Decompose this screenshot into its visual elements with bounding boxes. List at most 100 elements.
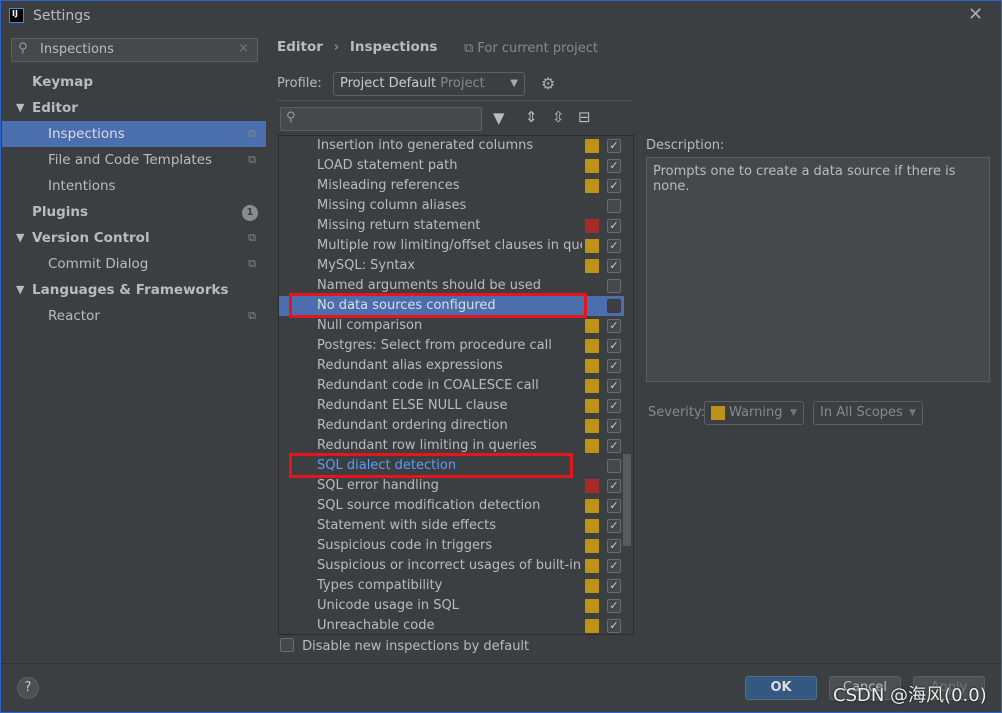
chevron-down-icon: ▼	[909, 408, 916, 418]
inspection-checkbox[interactable]	[607, 299, 621, 313]
inspection-row[interactable]: Missing column aliases	[279, 196, 624, 216]
inspection-row[interactable]: Missing return statement ✓	[279, 216, 624, 236]
inspection-label: LOAD statement path	[317, 158, 458, 173]
project-icon: ⧉	[248, 309, 256, 322]
scrollbar[interactable]	[623, 454, 631, 546]
inspection-row[interactable]: Redundant alias expressions ✓	[279, 356, 624, 376]
inspection-row[interactable]: Suspicious code in triggers ✓	[279, 536, 624, 556]
search-icon: ⚲	[18, 41, 28, 56]
inspection-checkbox[interactable]: ✓	[607, 379, 621, 393]
sidebar-item-plugins[interactable]: Plugins 1	[2, 199, 266, 225]
severity-dropdown[interactable]: Warning ▼	[704, 401, 804, 425]
reset-icon[interactable]: ⊟	[578, 108, 591, 126]
inspection-checkbox[interactable]: ✓	[607, 179, 621, 193]
scope-value: In All Scopes	[820, 405, 903, 420]
inspection-row[interactable]: LOAD statement path ✓	[279, 156, 624, 176]
inspection-row[interactable]: SQL error handling ✓	[279, 476, 624, 496]
inspection-checkbox[interactable]: ✓	[607, 599, 621, 613]
inspection-row[interactable]: Statement with side effects ✓	[279, 516, 624, 536]
inspection-checkbox[interactable]: ✓	[607, 539, 621, 553]
expand-arrow-icon[interactable]: ▼	[16, 225, 24, 251]
inspection-checkbox[interactable]: ✓	[607, 339, 621, 353]
inspection-row[interactable]: Unicode usage in SQL ✓	[279, 596, 624, 616]
inspection-row[interactable]: SQL source modification detection ✓	[279, 496, 624, 516]
checkbox-box[interactable]	[280, 638, 294, 652]
disable-new-inspections-checkbox[interactable]: Disable new inspections by default	[280, 638, 529, 654]
inspection-row[interactable]: Null comparison ✓	[279, 316, 624, 336]
warning-severity-icon	[585, 379, 599, 393]
expand-arrow-icon[interactable]: ▼	[16, 277, 24, 303]
inspection-row[interactable]: Redundant ELSE NULL clause ✓	[279, 396, 624, 416]
inspection-row[interactable]: Redundant code in COALESCE call ✓	[279, 376, 624, 396]
inspection-label: SQL error handling	[317, 478, 439, 493]
inspection-checkbox[interactable]: ✓	[607, 579, 621, 593]
breadcrumb-editor[interactable]: Editor	[277, 39, 323, 55]
inspection-checkbox[interactable]: ✓	[607, 359, 621, 373]
inspection-row[interactable]: Redundant ordering direction ✓	[279, 416, 624, 436]
filter-icon[interactable]: ▼	[493, 109, 505, 127]
inspection-row[interactable]: Postgres: Select from procedure call ✓	[279, 336, 624, 356]
inspection-checkbox[interactable]	[607, 459, 621, 473]
scope-note-text: For current project	[477, 41, 599, 56]
project-icon: ⧉	[248, 231, 256, 244]
inspection-label: Misleading references	[317, 178, 460, 193]
inspection-label: Redundant code in COALESCE call	[317, 378, 539, 393]
inspection-row[interactable]: Insertion into generated columns ✓	[279, 136, 624, 156]
sidebar-item-label: Commit Dialog	[48, 256, 149, 272]
inspection-checkbox[interactable]: ✓	[607, 399, 621, 413]
inspection-checkbox[interactable]: ✓	[607, 259, 621, 273]
sidebar-item-editor[interactable]: ▼ Editor	[2, 95, 266, 121]
sidebar-item-reactor[interactable]: Reactor ⧉	[2, 303, 266, 329]
scope-dropdown[interactable]: In All Scopes ▼	[813, 401, 923, 425]
collapse-all-icon[interactable]: ⇳	[552, 108, 565, 126]
inspection-checkbox[interactable]: ✓	[607, 419, 621, 433]
sidebar-item-label: Reactor	[48, 308, 100, 324]
inspection-list: Insertion into generated columns ✓ LOAD st…	[278, 135, 634, 635]
inspection-checkbox[interactable]: ✓	[607, 559, 621, 573]
inspection-label: Types compatibility	[317, 578, 443, 593]
gear-icon[interactable]: ⚙	[541, 74, 555, 93]
expand-all-icon[interactable]: ⇕	[525, 108, 538, 126]
ok-button[interactable]: OK	[745, 676, 817, 700]
inspection-checkbox[interactable]: ✓	[607, 159, 621, 173]
settings-search-input[interactable]: ⚲ Inspections ×	[11, 38, 258, 62]
help-button[interactable]: ?	[17, 677, 39, 699]
sidebar-item-languages-frameworks[interactable]: ▼ Languages & Frameworks	[2, 277, 266, 303]
inspection-label: Suspicious or incorrect usages of built-…	[317, 558, 582, 573]
profile-value: Project Default	[340, 76, 437, 91]
inspection-row[interactable]: Misleading references ✓	[279, 176, 624, 196]
inspection-checkbox[interactable]: ✓	[607, 239, 621, 253]
inspection-checkbox[interactable]: ✓	[607, 479, 621, 493]
project-icon: ⧉	[248, 127, 256, 140]
sidebar-item-keymap[interactable]: Keymap	[2, 69, 266, 95]
profile-dropdown[interactable]: Project Default Project ▼	[333, 72, 525, 96]
inspection-row[interactable]: Suspicious or incorrect usages of built-…	[279, 556, 624, 576]
inspection-checkbox[interactable]	[607, 199, 621, 213]
inspection-checkbox[interactable]: ✓	[607, 439, 621, 453]
close-icon[interactable]: ✕	[968, 4, 983, 25]
inspection-row[interactable]: Types compatibility ✓	[279, 576, 624, 596]
sidebar-item-commit-dialog[interactable]: Commit Dialog ⧉	[2, 251, 266, 277]
inspection-checkbox[interactable]: ✓	[607, 219, 621, 233]
sidebar-item-version-control[interactable]: ▼ Version Control ⧉	[2, 225, 266, 251]
inspection-checkbox[interactable]: ✓	[607, 319, 621, 333]
inspection-checkbox[interactable]: ✓	[607, 499, 621, 513]
divider	[277, 100, 633, 101]
sidebar-item-inspections[interactable]: Inspections ⧉	[2, 121, 266, 147]
inspection-filter-input[interactable]: ⚲	[280, 107, 482, 131]
inspection-checkbox[interactable]: ✓	[607, 139, 621, 153]
inspection-label: Redundant alias expressions	[317, 358, 503, 373]
inspection-checkbox[interactable]	[607, 279, 621, 293]
sidebar-item-label: Version Control	[32, 230, 150, 246]
sidebar-item-intentions[interactable]: Intentions	[2, 173, 266, 199]
inspection-label: Unicode usage in SQL	[317, 598, 459, 613]
inspection-row[interactable]: Unreachable code ✓	[279, 616, 624, 634]
sidebar-item-file-and-code-templates[interactable]: File and Code Templates ⧉	[2, 147, 266, 173]
warning-severity-icon	[585, 159, 599, 173]
inspection-checkbox[interactable]: ✓	[607, 619, 621, 633]
inspection-row[interactable]: Multiple row limiting/offset clauses in …	[279, 236, 624, 256]
inspection-row[interactable]: MySQL: Syntax ✓	[279, 256, 624, 276]
clear-icon[interactable]: ×	[238, 41, 249, 56]
expand-arrow-icon[interactable]: ▼	[16, 95, 24, 121]
inspection-checkbox[interactable]: ✓	[607, 519, 621, 533]
